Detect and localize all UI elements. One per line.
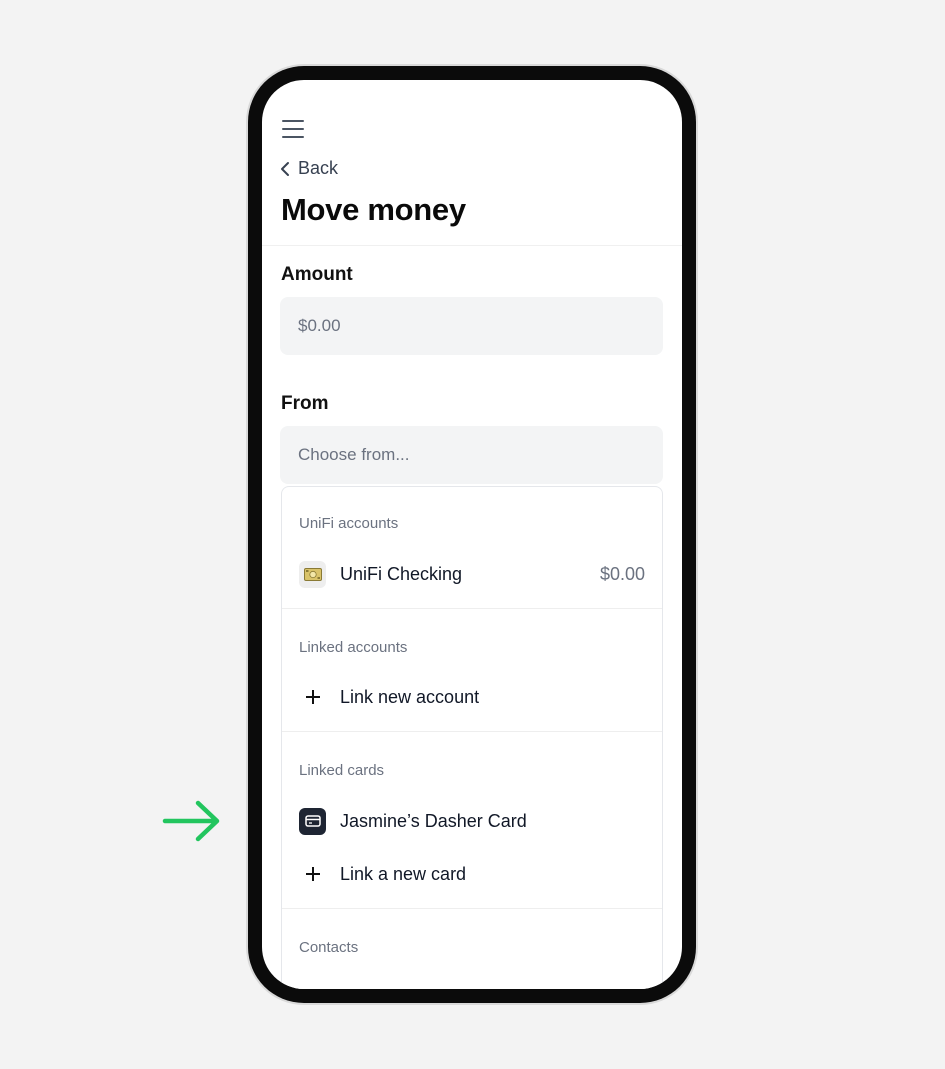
amount-input[interactable]: $0.00	[280, 297, 663, 355]
option-balance: $0.00	[599, 563, 645, 584]
from-select[interactable]: Choose from...	[280, 426, 663, 484]
plus-icon	[299, 684, 326, 711]
amount-label: Amount	[281, 264, 353, 285]
hamburger-menu-icon[interactable]	[282, 120, 304, 138]
group-title-linked-accounts: Linked accounts	[299, 639, 408, 656]
group-divider	[282, 908, 662, 909]
cash-icon	[299, 560, 326, 588]
option-label: Jasmine’s Dasher Card	[340, 810, 527, 831]
group-title-contacts: Contacts	[299, 939, 359, 956]
option-label: Link new account	[340, 686, 480, 707]
from-label: From	[281, 393, 329, 414]
group-title-unifi: UniFi accounts	[299, 515, 399, 532]
back-button[interactable]: Back	[280, 158, 338, 179]
option-unifi-checking[interactable]: UniFi Checking $0.00	[282, 552, 662, 596]
from-dropdown-list: UniFi accounts UniFi Checking $0.00 Link…	[281, 486, 663, 989]
plus-icon	[299, 861, 326, 888]
link-new-account-button[interactable]: Link new account	[282, 675, 662, 719]
group-divider	[282, 731, 662, 732]
page-title: Move money	[281, 192, 466, 227]
group-title-linked-cards: Linked cards	[299, 762, 385, 779]
card-icon	[299, 807, 326, 835]
option-label: UniFi Checking	[340, 563, 463, 584]
pointer-arrow-icon	[162, 800, 220, 842]
phone-frame: Back Move money Amount $0.00 From Choose…	[248, 66, 696, 1003]
option-dasher-card[interactable]: Jasmine’s Dasher Card	[282, 799, 662, 843]
group-divider	[282, 608, 662, 609]
link-new-card-button[interactable]: Link a new card	[282, 852, 662, 896]
back-label: Back	[298, 158, 339, 178]
chevron-left-icon	[281, 161, 289, 176]
header-divider	[262, 245, 682, 246]
app-screen: Back Move money Amount $0.00 From Choose…	[262, 80, 682, 989]
option-label: Link a new card	[340, 863, 467, 884]
